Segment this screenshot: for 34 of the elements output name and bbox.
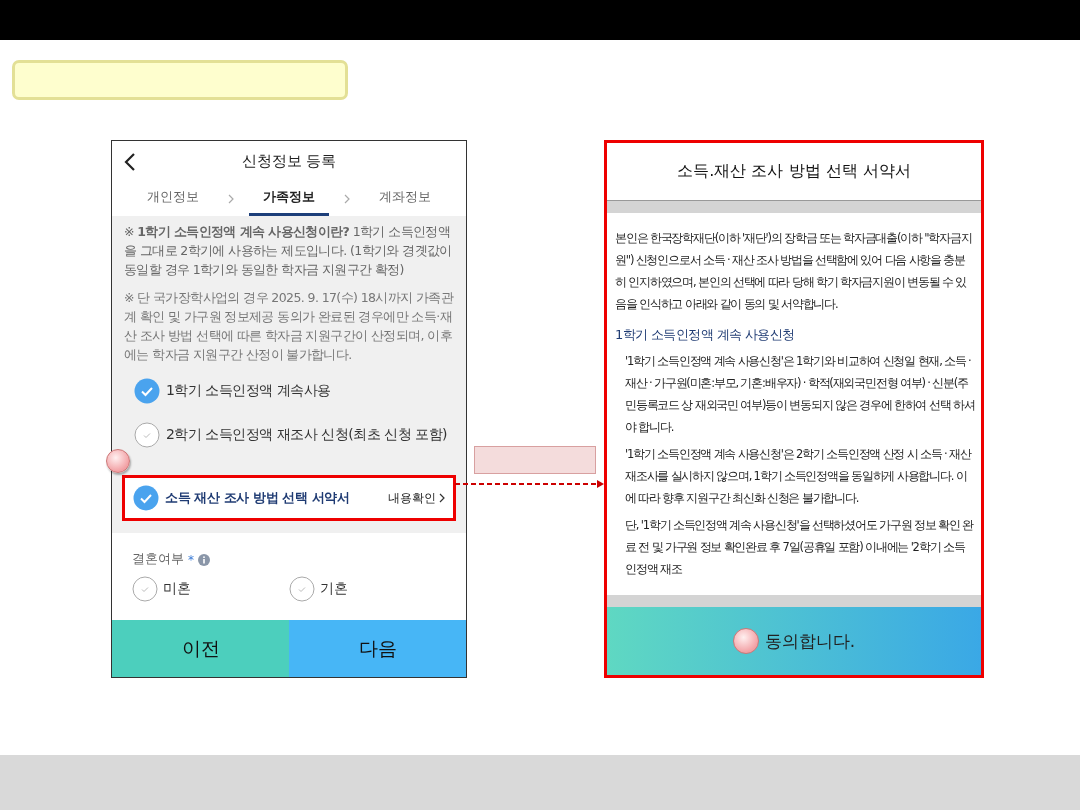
intro-paragraph: 본인은 한국장학재단(이하 '재단')의 장학금 또는 학자금대출(이하 "학자금지원") 신청인으로서 소득 · 재산 조사 방법을 선택함에 있어 다음 사항을 충분히 인지하였으며, 본인의 선택에 따라 당해 학기 학자금지원이 변동될 수 있음을 인식하고 아래와 같이 동의 및 서약합니다. [615,230,973,313]
previous-button[interactable]: 이전 [112,620,289,677]
body-paragraph: '1학기 소득인정액 계속 사용신청'은 2학기 소득인정액 산정 시 소득 · 재산 재조사를 실시하지 않으며, 1학기 소득인정액을 동일하게 사용합니다. 이에 따라 향후 지원구간 최신화 신청은 불가합니다. [624,446,973,507]
chevron-icon [439,493,445,503]
screen-title: 신청정보 등록 [241,151,337,171]
back-icon[interactable] [124,153,136,171]
chevron-icon [228,193,235,204]
info-icon[interactable] [198,553,210,566]
required-mark: * [188,552,194,567]
step-marker [106,449,130,473]
option-label: 2학기 소득인정액 재조사 신청(최초 신청 포함) [166,426,448,444]
field-label: 결혼여부 [132,551,184,568]
option-label: 1학기 소득인정액 계속사용 [166,382,331,400]
step-marker [732,628,759,654]
body-paragraph: '1학기 소득인정액 계속 사용신청'은 1학기와 비교하여 신청일 현재, 소득 · 재산 · 가구원(미혼:부모, 기혼:배우자) · 학적(재외국민전형 여부) · 신분(주민등록코드 상 재외국민 여부)등이 변동되지 않은 경우에 한하여 선택 하셔야 합니다. [624,353,975,436]
option-label: 미혼 [163,580,190,598]
notice-text: ※ 단 국가장학사업의 경우 2025. 9. 17(수) 18시까지 가족관계 확인 및 가구원 정보제공 동의가 완료된 경우에만 소득·재산 조사 방법 선택에 따른 학자금 지원구간이 산정되며, 이후에는 학자금 지원구간 산정이 불가합니다. [124,289,454,364]
body-paragraph: 단, '1학기 소득인정액 계속 사용신청'을 선택하셨어도 가구원 정보 확인 완료 전 및 가구원 정보 확인완료 후 7일(공휴일 포함) 이내에는 '2학기 소득인정액 재조 [624,517,975,578]
radio-button[interactable] [289,576,315,602]
option-label: 기혼 [320,580,347,598]
radio-button[interactable] [134,378,160,404]
notice-text: ※ 1학기 소득인정액 계속 사용신청이란? 1학기 소득인정액을 그대로 2학기에 사용하는 제도입니다. (1학기와 경곗값이 동일할 경우 1학기와 동일한 학자금 지원구간 확정) [124,223,453,279]
radio-button[interactable] [132,576,158,602]
view-link[interactable]: 내용확인 [388,489,445,507]
section-heading: 1학기 소득인정액 계속 사용신청 [615,326,796,344]
agree-button[interactable]: 동의합니다. [607,607,981,675]
agreement-label: 소득 재산 조사 방법 선택 서약서 [165,489,351,507]
agreement-row[interactable]: 소득 재산 조사 방법 선택 서약서 내용확인 [122,475,456,521]
checkbox[interactable] [133,485,159,511]
next-button[interactable]: 다음 [289,620,466,677]
chevron-icon [343,193,350,204]
radio-button[interactable] [134,422,160,448]
step-tab[interactable]: 개인정보 [133,181,214,216]
step-tab[interactable]: 계좌정보 [364,181,445,216]
